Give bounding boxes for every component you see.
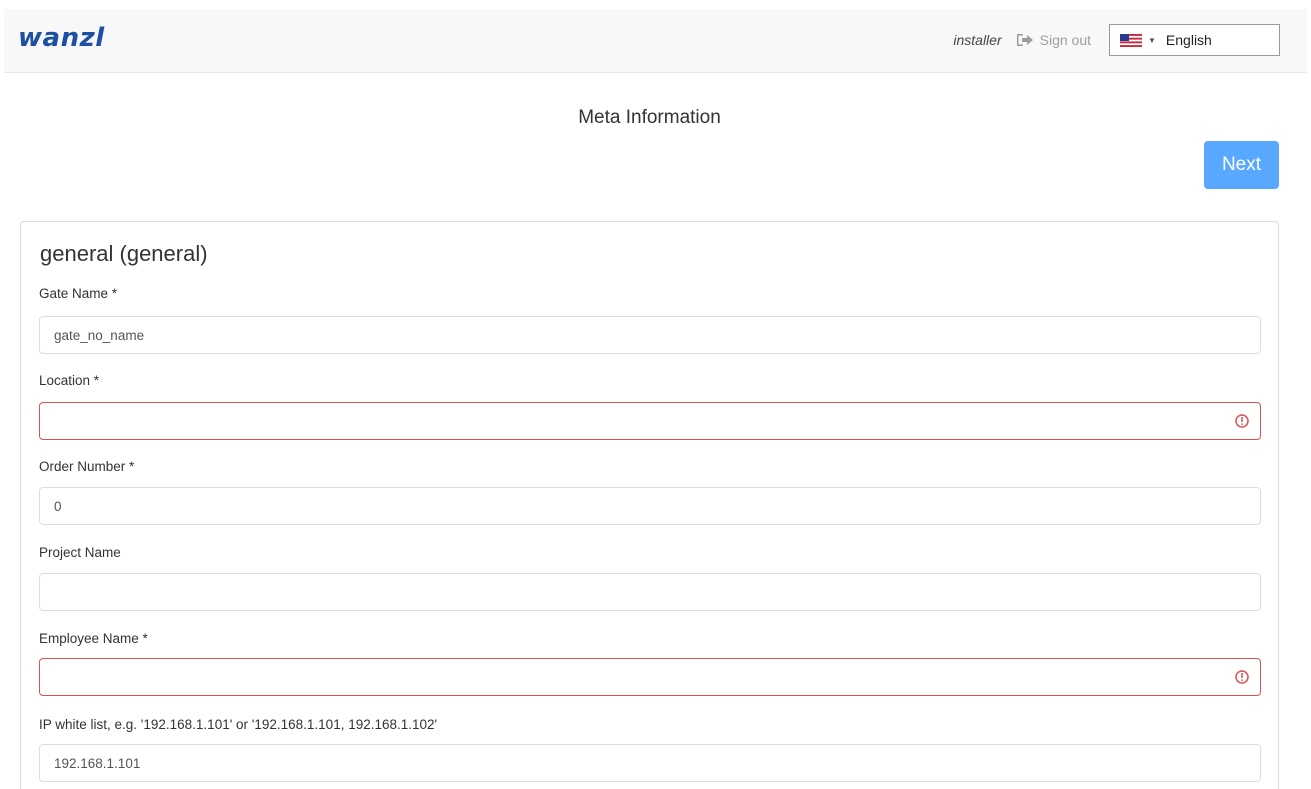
- employee-name-label: Employee Name *: [39, 631, 148, 646]
- location-label: Location *: [39, 373, 100, 388]
- ip-whitelist-value: 192.168.1.101: [54, 755, 141, 771]
- navbar-right: installer Sign out ▼ English: [953, 24, 1280, 56]
- wanzl-logo[interactable]: wanzl: [18, 23, 105, 53]
- us-flag-icon: [1120, 33, 1142, 47]
- gate-name-input[interactable]: gate_no_name: [39, 316, 1261, 354]
- general-panel: general (general) Gate Name * gate_no_na…: [20, 221, 1279, 789]
- page-title: Meta Information: [578, 107, 721, 128]
- gate-name-label: Gate Name *: [39, 286, 118, 301]
- ip-whitelist-label: IP white list, e.g. '192.168.1.101' or '…: [39, 717, 438, 732]
- chevron-down-icon: ▼: [1148, 35, 1156, 45]
- current-user: installer: [953, 32, 1002, 48]
- order-number-value: 0: [54, 498, 62, 514]
- language-select[interactable]: ▼ English: [1109, 24, 1280, 56]
- sign-out-label: Sign out: [1039, 32, 1091, 48]
- sign-out-icon: [1016, 34, 1033, 46]
- location-input[interactable]: [39, 402, 1261, 440]
- employee-name-input[interactable]: [39, 658, 1261, 696]
- order-number-label: Order Number *: [39, 459, 135, 474]
- project-name-label: Project Name: [39, 545, 121, 560]
- gate-name-value: gate_no_name: [54, 327, 145, 343]
- project-name-input[interactable]: [39, 573, 1261, 611]
- next-button[interactable]: Next: [1204, 141, 1279, 189]
- top-strip: [0, 0, 1311, 9]
- navbar: wanzl installer Sign out ▼ English: [4, 9, 1307, 73]
- sign-out-link[interactable]: Sign out: [1016, 32, 1091, 48]
- exclamation-circle-icon: [1235, 670, 1249, 684]
- ip-whitelist-input[interactable]: 192.168.1.101: [39, 744, 1261, 782]
- section-title: general (general): [40, 241, 208, 266]
- exclamation-circle-icon: [1235, 414, 1249, 428]
- language-label: English: [1165, 32, 1212, 48]
- order-number-input[interactable]: 0: [39, 487, 1261, 525]
- page: wanzl installer Sign out ▼ English Meta …: [0, 0, 1311, 789]
